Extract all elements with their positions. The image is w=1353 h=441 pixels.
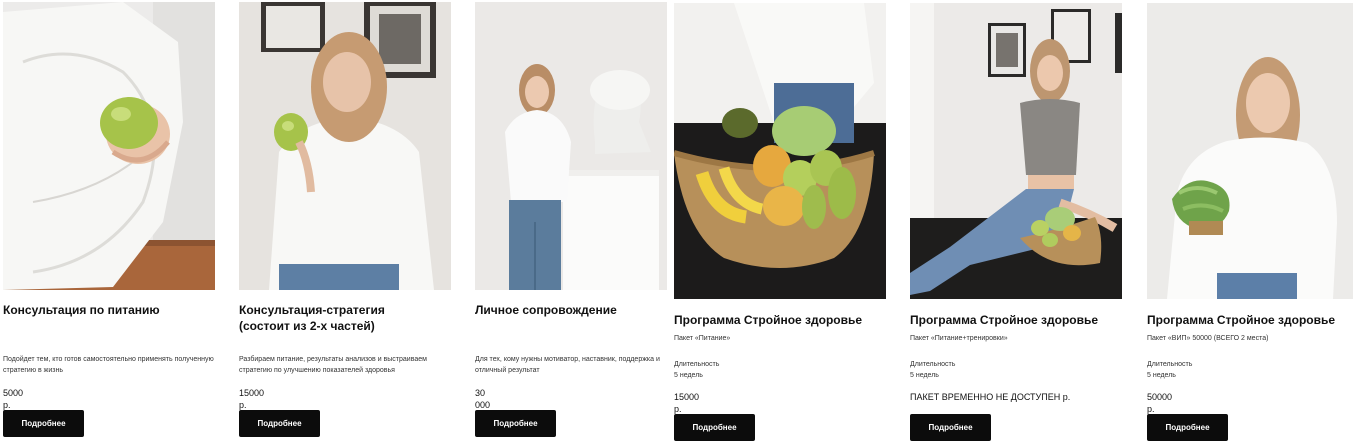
- card-description: Подойдет тем, кто готов самостоятельно п…: [3, 356, 214, 374]
- details-button[interactable]: Подробнее: [1147, 414, 1228, 441]
- details-button[interactable]: Подробнее: [475, 410, 556, 437]
- card-title: Программа Стройное здоровье: [1147, 313, 1336, 327]
- card-title: Программа Стройное здоровье: [910, 313, 1099, 327]
- details-button[interactable]: Подробнее: [239, 410, 320, 437]
- card-description: Пакет «ВИП» 50000 (ВСЕГО 2 места): [1147, 335, 1269, 342]
- product-photo[interactable]: [910, 3, 1122, 299]
- card-price: 15000 р.: [674, 392, 700, 414]
- card-duration: Длительность 5 недель: [674, 361, 720, 379]
- details-button[interactable]: Подробнее: [3, 410, 84, 437]
- card-price: 15000 р.: [239, 388, 265, 410]
- card-title: Консультация по питанию: [3, 303, 160, 317]
- card-title: Консультация-стратегия (состоит из 2-х ч…: [239, 303, 385, 333]
- card-duration: Длительность 5 недель: [910, 361, 956, 379]
- card-description: Пакет «Питание+тренировки»: [910, 335, 1008, 342]
- details-button[interactable]: Подробнее: [910, 414, 991, 441]
- card-title: Программа Стройное здоровье: [674, 313, 863, 327]
- product-photo[interactable]: [475, 2, 667, 290]
- card-price: 5000 р.: [3, 388, 24, 410]
- card-price: 50000 р.: [1147, 392, 1173, 414]
- card-duration: Длительность 5 недель: [1147, 361, 1193, 379]
- product-photo[interactable]: [3, 2, 215, 290]
- product-photo[interactable]: [239, 2, 451, 290]
- card-price: ПАКЕТ ВРЕМЕННО НЕ ДОСТУПЕН р.: [910, 392, 1071, 402]
- card-description: Разбираем питание, результаты анализов и…: [239, 356, 427, 374]
- product-photo[interactable]: [674, 3, 886, 299]
- card-description: Для тех, кому нужны мотиватор, наставник…: [475, 356, 660, 374]
- card-description: Пакет «Питание»: [674, 335, 731, 342]
- product-photo[interactable]: [1147, 3, 1353, 299]
- details-button[interactable]: Подробнее: [674, 414, 755, 441]
